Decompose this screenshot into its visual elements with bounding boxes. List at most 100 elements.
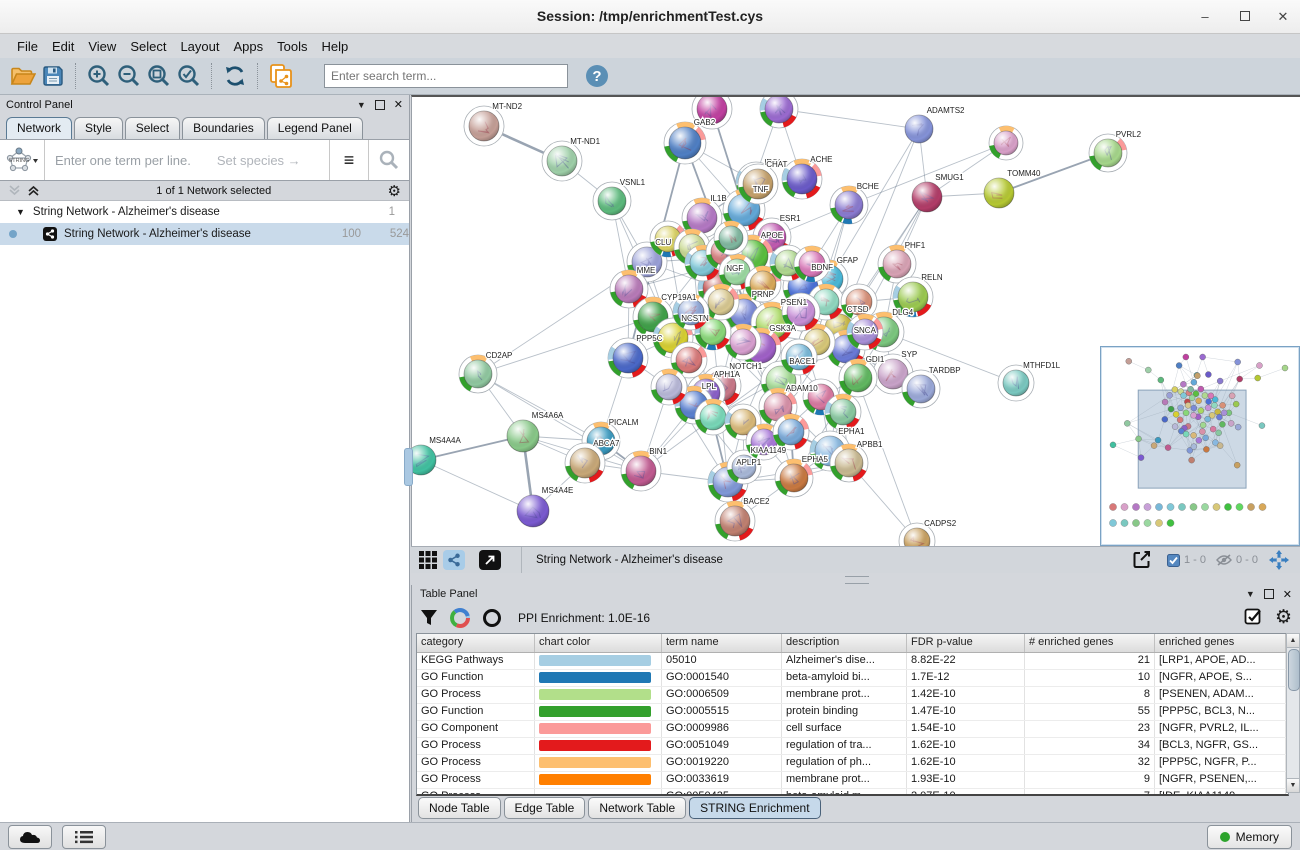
splitter-handle[interactable] xyxy=(404,448,413,486)
network-edge[interactable] xyxy=(779,109,919,129)
navigate-button[interactable] xyxy=(1268,550,1290,570)
table-row[interactable]: GO ProcessGO:0050435beta-amyloid m...2.0… xyxy=(417,789,1288,796)
window-minimize-button[interactable]: – xyxy=(1190,0,1220,33)
string-view-button[interactable] xyxy=(443,550,465,570)
menu-apps[interactable]: Apps xyxy=(227,37,271,56)
zoom-selected-button[interactable] xyxy=(174,61,204,91)
species-hint[interactable]: Set species → xyxy=(217,153,329,168)
window-maximize-button[interactable] xyxy=(1230,0,1260,33)
network-node-MS4A6A[interactable] xyxy=(507,420,539,452)
network-node-PPP5C[interactable] xyxy=(608,338,648,378)
cloud-tasks-button[interactable] xyxy=(8,825,52,849)
export-network-button[interactable] xyxy=(1131,550,1153,570)
table-scrollbar[interactable]: ▲ ▼ xyxy=(1286,633,1300,793)
scroll-up-icon[interactable]: ▲ xyxy=(1287,634,1299,648)
network-node-MS4A4E[interactable] xyxy=(517,495,549,527)
column-header-chart-color[interactable]: chart color xyxy=(535,634,662,652)
network-node-APBB1[interactable] xyxy=(830,444,868,482)
network-edge[interactable] xyxy=(478,374,601,441)
network-node-CD2AP[interactable] xyxy=(459,355,497,393)
query-options-menu-icon[interactable]: ≡ xyxy=(330,150,368,171)
panel-close-icon[interactable]: ✕ xyxy=(1283,588,1292,601)
network-node[interactable] xyxy=(989,126,1023,160)
menu-view[interactable]: View xyxy=(81,37,123,56)
network-panel-gear-icon[interactable]: ⚙ xyxy=(388,182,401,200)
table-row[interactable]: KEGG Pathways05010Alzheimer's dise...8.8… xyxy=(417,653,1288,670)
network-node-ACHE[interactable] xyxy=(782,159,822,199)
tab-boundaries[interactable]: Boundaries xyxy=(182,117,265,139)
network-node-VSNL1[interactable] xyxy=(593,182,631,220)
network-node[interactable] xyxy=(773,414,809,450)
column-header-enriched-genes[interactable]: enriched genes xyxy=(1155,634,1286,652)
tab-select[interactable]: Select xyxy=(125,117,180,139)
network-node-MT-ND2[interactable] xyxy=(464,106,504,146)
zoom-fit-button[interactable] xyxy=(144,61,174,91)
tab-string-enrichment[interactable]: STRING Enrichment xyxy=(689,797,820,819)
network-node-BCHE[interactable] xyxy=(830,186,868,224)
network-node-MS4A4A[interactable] xyxy=(412,445,436,475)
network-node[interactable] xyxy=(651,369,687,405)
network-node-MT-ND1[interactable] xyxy=(542,141,582,181)
network-node-MTHFD1L[interactable] xyxy=(998,365,1034,401)
network-node-ADAMTS2[interactable] xyxy=(905,115,933,143)
help-button[interactable]: ? xyxy=(582,61,612,91)
menu-file[interactable]: File xyxy=(10,37,45,56)
panel-menu-icon[interactable]: ▼ xyxy=(357,100,366,110)
network-row[interactable]: String Network - Alzheimer's disease 100… xyxy=(0,223,409,245)
string-query-input[interactable]: Enter one term per line. xyxy=(45,153,191,168)
open-session-button[interactable] xyxy=(8,61,38,91)
network-node-BACE2[interactable] xyxy=(715,501,755,541)
menu-edit[interactable]: Edit xyxy=(45,37,81,56)
scroll-down-icon[interactable]: ▼ xyxy=(1287,778,1299,792)
network-node-EPHA5[interactable] xyxy=(775,459,813,497)
table-row[interactable]: GO ComponentGO:0009986cell surface1.54E-… xyxy=(417,721,1288,738)
save-session-button[interactable] xyxy=(38,61,68,91)
collection-expand-icon[interactable]: ▼ xyxy=(16,207,25,217)
filter-icon[interactable] xyxy=(420,609,438,627)
enrichment-table[interactable]: categorychart colorterm namedescriptionF… xyxy=(416,633,1289,796)
table-settings-gear-icon[interactable]: ⚙ xyxy=(1275,608,1292,627)
global-search-input[interactable] xyxy=(324,64,568,88)
menu-select[interactable]: Select xyxy=(123,37,173,56)
network-node[interactable] xyxy=(714,221,748,255)
tab-legend-panel[interactable]: Legend Panel xyxy=(267,117,363,139)
select-rows-icon[interactable] xyxy=(1244,608,1263,627)
splitter-grip[interactable] xyxy=(845,576,869,584)
panel-menu-icon[interactable]: ▼ xyxy=(1246,589,1255,599)
tab-edge-table[interactable]: Edge Table xyxy=(504,797,586,819)
table-row[interactable]: GO ProcessGO:0051049regulation of tra...… xyxy=(417,738,1288,755)
grid-mode-button[interactable] xyxy=(417,550,439,570)
column-header-description[interactable]: description xyxy=(782,634,907,652)
tab-style[interactable]: Style xyxy=(74,117,123,139)
network-node-GAB2[interactable] xyxy=(664,122,706,164)
ring-chart-icon[interactable] xyxy=(482,608,502,628)
network-node[interactable] xyxy=(825,394,861,430)
task-history-button[interactable] xyxy=(62,825,106,849)
scroll-thumb[interactable] xyxy=(1288,649,1300,691)
column-header-category[interactable]: category xyxy=(417,634,535,652)
network-node-CHAT[interactable] xyxy=(738,164,778,204)
table-row[interactable]: GO ProcessGO:0033619membrane prot...1.93… xyxy=(417,772,1288,789)
query-search-icon[interactable] xyxy=(369,150,409,170)
network-node[interactable] xyxy=(841,284,877,320)
network-node-BIN1[interactable] xyxy=(621,451,661,491)
network-node-TOMM40[interactable] xyxy=(984,178,1014,208)
table-row[interactable]: GO ProcessGO:0019220regulation of ph...1… xyxy=(417,755,1288,772)
network-collection-row[interactable]: ▼ String Network - Alzheimer's disease 1 xyxy=(0,201,409,223)
string-app-menu[interactable]: STRING xyxy=(0,140,45,180)
network-node-SMUG1[interactable] xyxy=(912,182,942,212)
menu-tools[interactable]: Tools xyxy=(270,37,314,56)
pie-chart-icon[interactable] xyxy=(450,608,470,628)
table-row[interactable]: GO ProcessGO:0006509membrane prot...1.42… xyxy=(417,687,1288,704)
zoom-in-button[interactable] xyxy=(84,61,114,91)
tab-network-table[interactable]: Network Table xyxy=(588,797,686,819)
clone-network-button[interactable] xyxy=(266,61,296,91)
panel-close-icon[interactable]: ✕ xyxy=(394,98,403,111)
network-node-GDI1[interactable] xyxy=(839,359,877,397)
network-node-ABCA7[interactable] xyxy=(565,443,605,483)
refresh-button[interactable] xyxy=(220,61,250,91)
network-node-TARDBP[interactable] xyxy=(902,370,940,408)
window-close-button[interactable]: ✕ xyxy=(1268,0,1298,33)
network-edge[interactable] xyxy=(421,460,533,511)
network-node-PVRL2[interactable] xyxy=(1089,134,1127,172)
